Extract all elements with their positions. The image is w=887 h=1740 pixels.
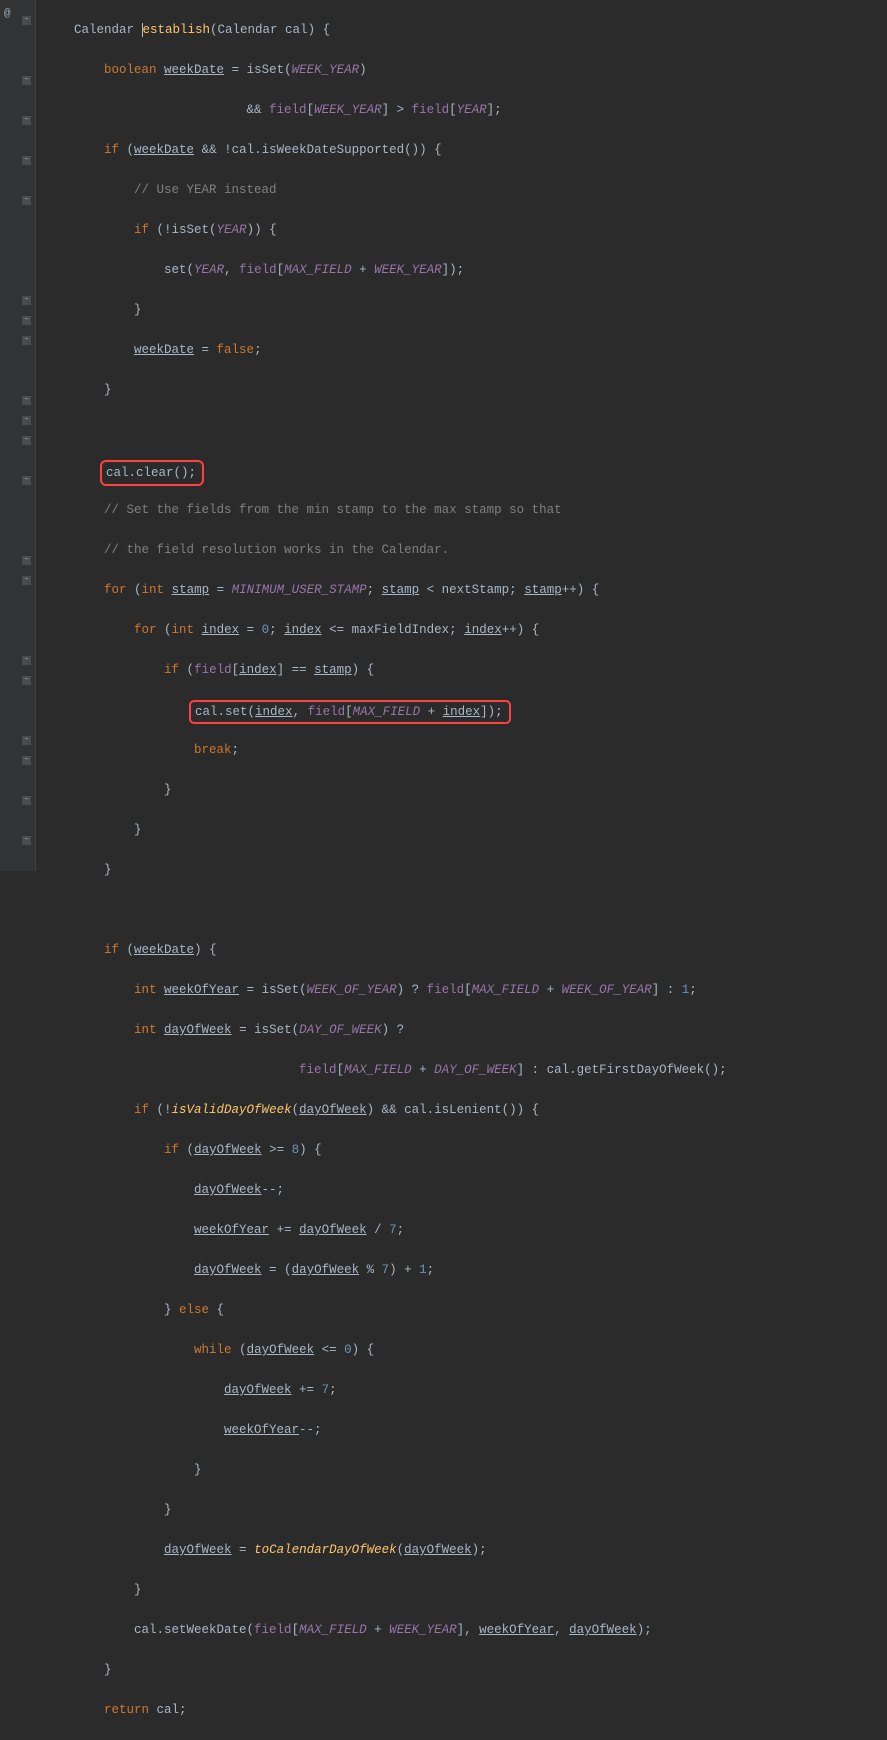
- code-line: if (field[index] == stamp) {: [44, 660, 887, 680]
- code-line: }: [44, 380, 887, 400]
- code-line: int weekOfYear = isSet(WEEK_OF_YEAR) ? f…: [44, 980, 887, 1000]
- fold-marker-icon[interactable]: –: [22, 416, 31, 425]
- code-line: int dayOfWeek = isSet(DAY_OF_WEEK) ?: [44, 1020, 887, 1040]
- code-line: }: [44, 1460, 887, 1480]
- fold-marker-icon[interactable]: –: [22, 436, 31, 445]
- code-line: cal.clear();: [44, 460, 887, 480]
- code-line: weekDate = false;: [44, 340, 887, 360]
- code-line: dayOfWeek--;: [44, 1180, 887, 1200]
- code-line: // Use YEAR instead: [44, 180, 887, 200]
- code-line: // the field resolution works in the Cal…: [44, 540, 887, 560]
- fold-marker-icon[interactable]: –: [22, 296, 31, 305]
- fold-marker-icon[interactable]: –: [22, 76, 31, 85]
- fold-marker-icon[interactable]: –: [22, 116, 31, 125]
- code-line: return cal;: [44, 1700, 887, 1720]
- code-line: // Set the fields from the min stamp to …: [44, 500, 887, 520]
- code-line: boolean weekDate = isSet(WEEK_YEAR): [44, 60, 887, 80]
- fold-marker-icon[interactable]: –: [22, 736, 31, 745]
- code-line: if (dayOfWeek >= 8) {: [44, 1140, 887, 1160]
- code-line: while (dayOfWeek <= 0) {: [44, 1340, 887, 1360]
- code-line: dayOfWeek += 7;: [44, 1380, 887, 1400]
- fold-marker-icon[interactable]: –: [22, 196, 31, 205]
- code-line: }: [44, 1660, 887, 1680]
- highlight-box: cal.set(index, field[MAX_FIELD + index])…: [189, 700, 511, 724]
- code-line: field[MAX_FIELD + DAY_OF_WEEK] : cal.get…: [44, 1060, 887, 1080]
- code-line: if (weekDate && !cal.isWeekDateSupported…: [44, 140, 887, 160]
- code-line: if (weekDate) {: [44, 940, 887, 960]
- code-line: break;: [44, 740, 887, 760]
- highlight-box: cal.clear();: [100, 460, 204, 486]
- fold-marker-icon[interactable]: –: [22, 676, 31, 685]
- editor-gutter[interactable]: @ – – – – – – – – – – – – – – – – – – – …: [0, 0, 36, 871]
- fold-marker-icon[interactable]: –: [22, 396, 31, 405]
- fold-marker-icon[interactable]: –: [22, 476, 31, 485]
- code-editor[interactable]: Calendar establish(Calendar cal) { boole…: [36, 0, 887, 871]
- fold-marker-icon[interactable]: –: [22, 156, 31, 165]
- code-line: [44, 420, 887, 440]
- code-line: cal.set(index, field[MAX_FIELD + index])…: [44, 700, 887, 720]
- fold-marker-icon[interactable]: –: [22, 316, 31, 325]
- code-line: weekOfYear += dayOfWeek / 7;: [44, 1220, 887, 1240]
- code-line: dayOfWeek = toCalendarDayOfWeek(dayOfWee…: [44, 1540, 887, 1560]
- fold-marker-icon[interactable]: –: [22, 756, 31, 765]
- code-line: }: [44, 780, 887, 800]
- fold-marker-icon[interactable]: –: [22, 656, 31, 665]
- fold-marker-icon[interactable]: –: [22, 556, 31, 565]
- code-line: }: [44, 300, 887, 320]
- code-line: }: [44, 820, 887, 840]
- code-line: [44, 900, 887, 920]
- fold-marker-icon[interactable]: –: [22, 796, 31, 805]
- code-line: }: [44, 1580, 887, 1600]
- fold-marker-icon[interactable]: –: [22, 836, 31, 845]
- fold-marker-icon[interactable]: –: [22, 576, 31, 585]
- code-line: for (int index = 0; index <= maxFieldInd…: [44, 620, 887, 640]
- code-line: dayOfWeek = (dayOfWeek % 7) + 1;: [44, 1260, 887, 1280]
- code-line: set(YEAR, field[MAX_FIELD + WEEK_YEAR]);: [44, 260, 887, 280]
- code-line: Calendar establish(Calendar cal) {: [44, 20, 887, 40]
- code-line: }: [44, 1500, 887, 1520]
- fold-marker-icon[interactable]: –: [22, 16, 31, 25]
- override-marker-icon[interactable]: @: [4, 4, 11, 24]
- code-line: if (!isValidDayOfWeek(dayOfWeek) && cal.…: [44, 1100, 887, 1120]
- code-line: && field[WEEK_YEAR] > field[YEAR];: [44, 100, 887, 120]
- code-line: cal.setWeekDate(field[MAX_FIELD + WEEK_Y…: [44, 1620, 887, 1640]
- code-line: weekOfYear--;: [44, 1420, 887, 1440]
- code-line: }: [44, 860, 887, 880]
- fold-marker-icon[interactable]: –: [22, 336, 31, 345]
- code-line: if (!isSet(YEAR)) {: [44, 220, 887, 240]
- code-line: } else {: [44, 1300, 887, 1320]
- code-line: for (int stamp = MINIMUM_USER_STAMP; sta…: [44, 580, 887, 600]
